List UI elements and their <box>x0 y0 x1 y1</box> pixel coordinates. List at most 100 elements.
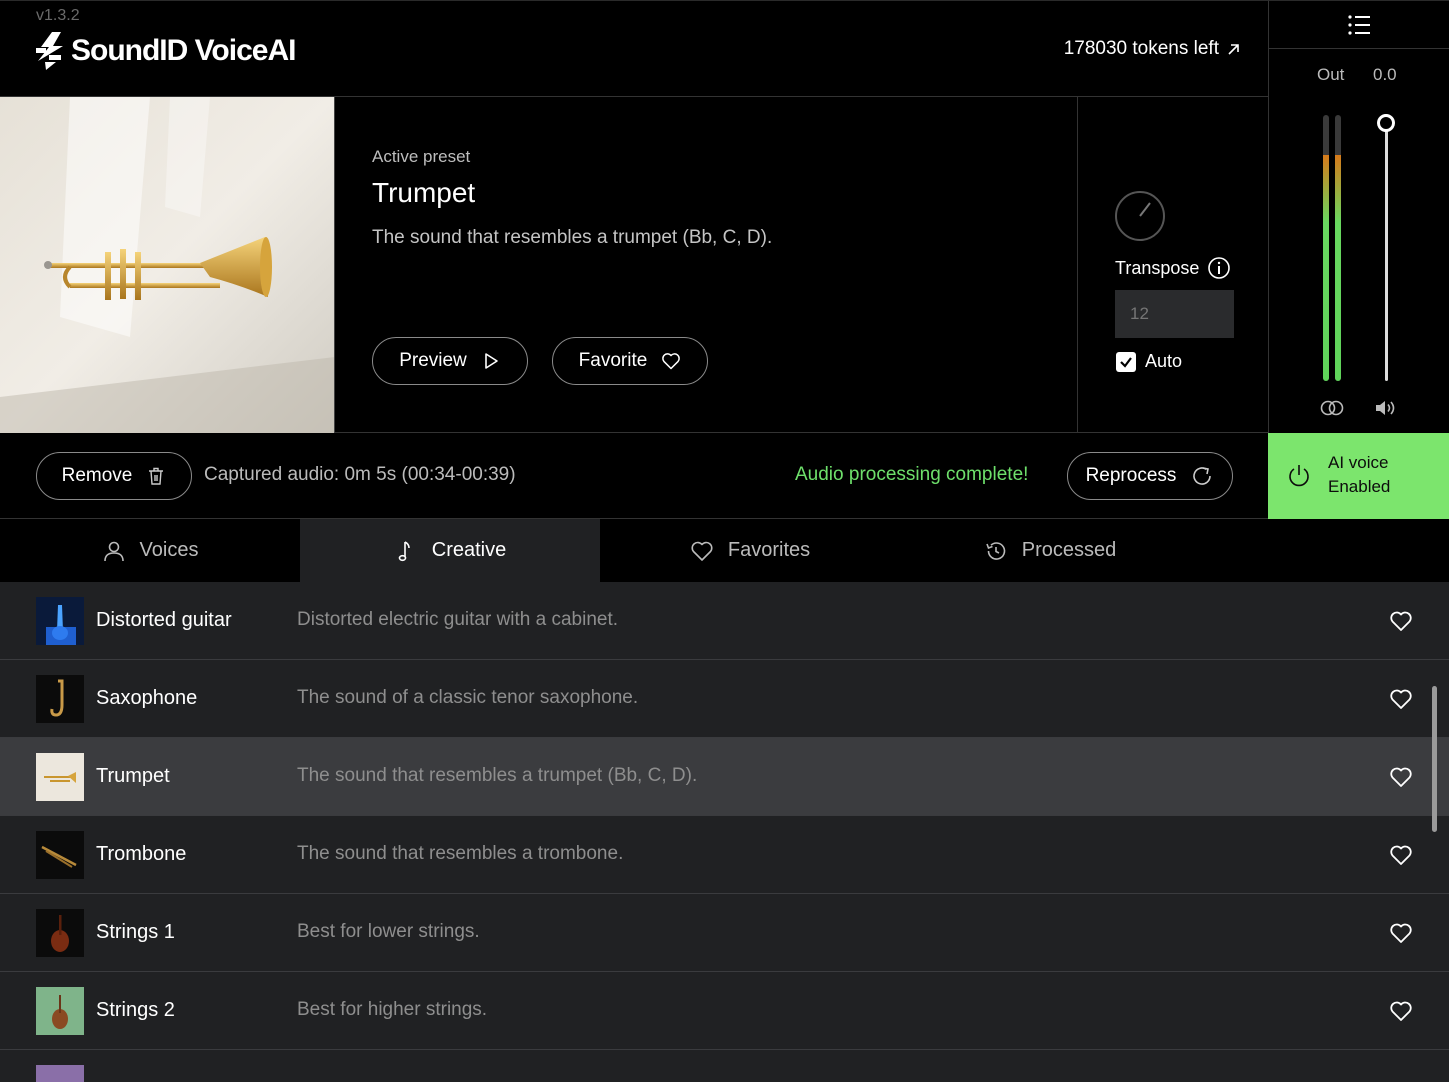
level-meter-left <box>1323 115 1329 381</box>
list-item-description: Best for lower strings. <box>297 921 480 942</box>
transpose-input[interactable] <box>1115 290 1234 338</box>
preset-image <box>0 97 335 433</box>
thumb-saxophone <box>36 675 84 723</box>
app-name: SoundID VoiceAI <box>71 34 296 67</box>
heart-icon <box>691 541 713 561</box>
list-item-name: Strings 2 <box>96 999 175 1021</box>
thumb-strings-1 <box>36 909 84 957</box>
transpose-label: Transpose <box>1115 257 1200 278</box>
preset-title: Trumpet <box>372 177 476 208</box>
category-tabs: Voices Creative Favorites Processed <box>0 519 1449 582</box>
transpose-label-row: Transpose <box>1115 256 1231 280</box>
heart-icon <box>662 353 681 370</box>
list-item-name: Saxophone <box>96 687 198 709</box>
tab-processed[interactable]: Processed <box>900 519 1200 582</box>
trumpet-artwork <box>0 97 334 433</box>
heart-icon[interactable] <box>1389 1000 1413 1022</box>
list-item-name: Strings 1 <box>96 921 175 943</box>
app-logo: SoundID VoiceAI <box>36 31 296 71</box>
list-item[interactable] <box>0 1050 1449 1082</box>
person-icon <box>103 541 124 561</box>
list-scrollbar[interactable] <box>1432 686 1437 832</box>
list-item-description: Best for higher strings. <box>297 999 488 1020</box>
thumb-trombone <box>36 831 84 879</box>
level-meter-right <box>1335 115 1341 381</box>
tab-creative-label: Creative <box>431 539 507 561</box>
checkbox-checked-icon <box>1116 351 1136 372</box>
output-panel: Out 0.0 <box>1268 0 1449 433</box>
speaker-icon[interactable] <box>1373 397 1399 419</box>
music-note-icon <box>398 540 410 561</box>
reprocess-button[interactable]: Reprocess <box>1067 452 1233 500</box>
tab-favorites-label: Favorites <box>727 539 811 561</box>
list-item-description: The sound that resembles a trumpet (Bb, … <box>297 765 698 786</box>
remove-button-label: Remove <box>61 465 133 486</box>
tab-creative[interactable]: Creative <box>300 519 600 582</box>
tab-voices[interactable]: Voices <box>0 519 300 582</box>
transpose-section: Transpose Auto <box>1077 97 1268 433</box>
heart-icon[interactable] <box>1389 922 1413 944</box>
heart-icon[interactable] <box>1389 610 1413 632</box>
active-preset-label: Active preset <box>372 147 471 166</box>
status-bar: Remove Captured audio: 0m 5s (00:34-00:3… <box>0 433 1268 519</box>
list-item-name: Trumpet <box>96 765 170 787</box>
remove-button[interactable]: Remove <box>36 452 192 500</box>
version-label: v1.3.2 <box>36 7 80 24</box>
tab-processed-label: Processed <box>1021 539 1117 561</box>
list-item-selected[interactable]: Trumpet The sound that resembles a trump… <box>0 738 1449 816</box>
header: v1.3.2 SoundID VoiceAI 178030 tokens lef… <box>0 0 1268 97</box>
stereo-link-icon[interactable] <box>1319 397 1345 419</box>
active-preset-panel: Active preset Trumpet The sound that res… <box>0 97 1268 433</box>
list-menu-icon <box>1348 14 1370 35</box>
info-icon[interactable] <box>1207 256 1231 280</box>
favorite-button-label: Favorite <box>578 350 648 371</box>
ai-voice-toggle[interactable]: AI voice Enabled <box>1268 433 1449 519</box>
list-item[interactable]: Strings 2 Best for higher strings. <box>0 972 1449 1050</box>
list-item-description: The sound of a classic tenor saxophone. <box>297 687 639 708</box>
list-item[interactable]: Trombone The sound that resembles a trom… <box>0 816 1449 894</box>
heart-icon[interactable] <box>1389 766 1413 788</box>
menu-button[interactable] <box>1269 1 1449 49</box>
preview-button[interactable]: Preview <box>372 337 528 385</box>
tokens-label: 178030 tokens left <box>1063 38 1219 59</box>
trash-icon <box>149 467 164 485</box>
thumb-next-item <box>36 1065 84 1082</box>
list-item-name: Trombone <box>96 843 187 865</box>
output-fader-track[interactable] <box>1385 123 1388 381</box>
output-fader-handle[interactable] <box>1377 114 1395 132</box>
preset-description: The sound that resembles a trumpet (Bb, … <box>372 227 773 248</box>
level-meter-left-fill <box>1323 154 1329 381</box>
processing-complete-text: Audio processing complete! <box>795 464 1029 485</box>
thumb-strings-2 <box>36 987 84 1035</box>
heart-icon[interactable] <box>1389 844 1413 866</box>
tokens-link[interactable]: 178030 tokens left <box>1064 38 1240 60</box>
external-link-icon <box>1228 43 1239 55</box>
favorite-button[interactable]: Favorite <box>552 337 708 385</box>
ai-voice-label: AI voice <box>1328 453 1389 472</box>
list-item[interactable]: Distorted guitar Distorted electric guit… <box>0 582 1449 660</box>
knob-indicator-icon <box>1139 202 1151 217</box>
captured-audio-text: Captured audio: 0m 5s (00:34-00:39) <box>204 464 516 485</box>
auto-label: Auto <box>1145 351 1183 371</box>
output-label: Out <box>1317 65 1345 84</box>
heart-icon[interactable] <box>1389 688 1413 710</box>
thumb-trumpet <box>36 753 84 801</box>
preview-button-label: Preview <box>399 350 467 371</box>
power-icon <box>1289 465 1309 487</box>
list-item-name: Distorted guitar <box>96 609 232 631</box>
refresh-icon <box>1193 467 1212 485</box>
ai-voice-state: Enabled <box>1328 477 1391 496</box>
level-meter-right-fill <box>1335 154 1341 381</box>
preset-list: Distorted guitar Distorted electric guit… <box>0 582 1449 1082</box>
list-item[interactable]: Saxophone The sound of a classic tenor s… <box>0 660 1449 738</box>
transpose-knob[interactable] <box>1115 191 1165 241</box>
thumb-distorted-guitar <box>36 597 84 645</box>
tab-voices-label: Voices <box>139 539 199 561</box>
history-icon <box>986 541 1006 560</box>
tab-favorites[interactable]: Favorites <box>600 519 900 582</box>
reprocess-button-label: Reprocess <box>1085 465 1177 486</box>
auto-checkbox[interactable]: Auto <box>1116 351 1182 372</box>
list-item-description: Distorted electric guitar with a cabinet… <box>297 609 619 630</box>
soundid-logo-icon <box>36 32 63 70</box>
list-item[interactable]: Strings 1 Best for lower strings. <box>0 894 1449 972</box>
